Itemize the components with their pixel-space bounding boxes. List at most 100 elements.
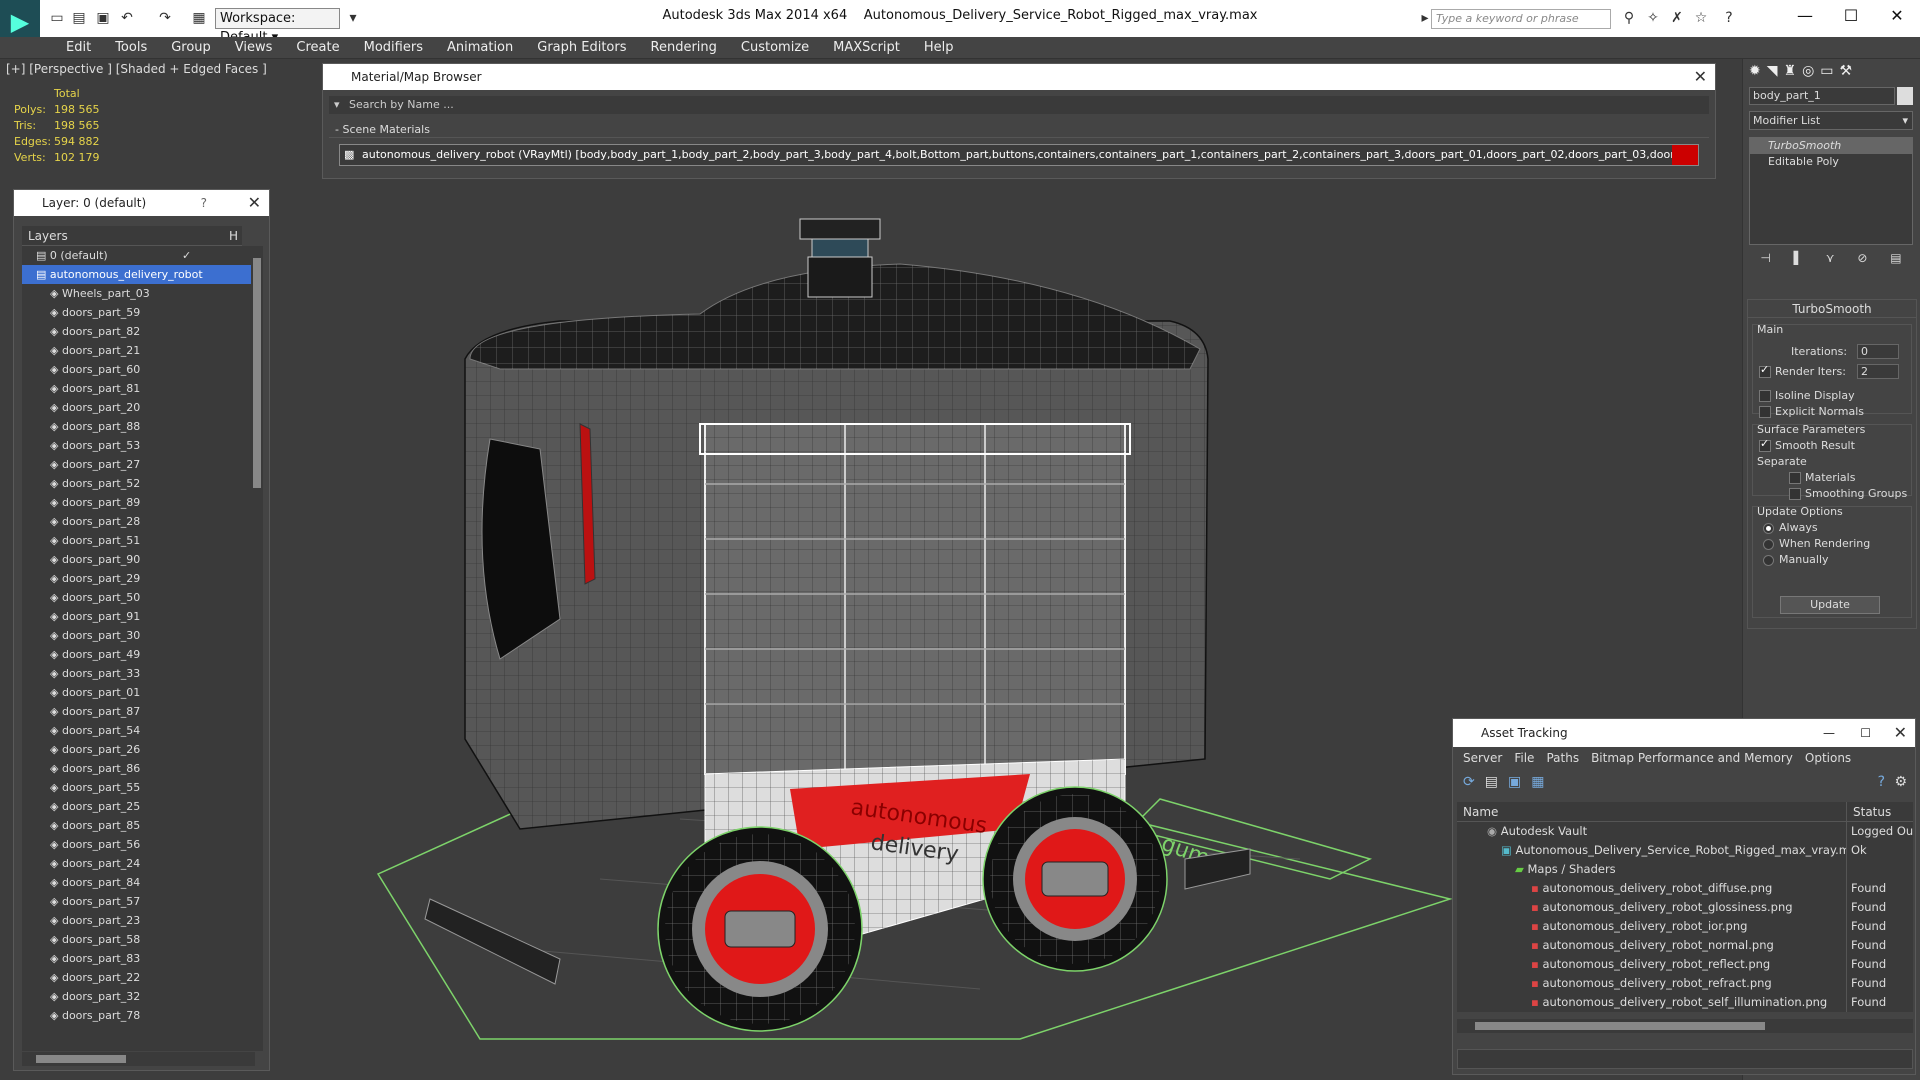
layer-row[interactable]: ◈ doors_part_30 — [22, 626, 255, 645]
asset-row[interactable]: ◉ Autodesk Vault Logged Ou — [1457, 822, 1913, 841]
display-tab-icon[interactable]: ▭ — [1820, 63, 1833, 81]
asset-close-icon[interactable]: ✕ — [1894, 719, 1907, 747]
asset-row[interactable]: ▪ autonomous_delivery_robot_normal.png Fo… — [1457, 936, 1913, 955]
menu-graph-editors[interactable]: Graph Editors — [525, 37, 638, 59]
layer-row[interactable]: ◈ doors_part_56 — [22, 835, 255, 854]
stack-item-turbosmooth[interactable]: TurboSmooth — [1750, 138, 1912, 154]
layer-row[interactable]: ◈ doors_part_60 — [22, 360, 255, 379]
subscription-icon[interactable]: ✧ — [1644, 9, 1662, 27]
remove-modifier-icon[interactable]: ⊘ — [1857, 251, 1867, 271]
layer-row[interactable]: ◈ doors_part_85 — [22, 816, 255, 835]
maximize-button[interactable]: ☐ — [1828, 0, 1874, 32]
menu-edit[interactable]: Edit — [54, 37, 103, 59]
thumbnail-view-icon[interactable]: ▣ — [1508, 774, 1521, 790]
layer-row[interactable]: ◈ doors_part_49 — [22, 645, 255, 664]
object-name-field[interactable]: body_part_1 — [1749, 87, 1895, 105]
update-always-radio[interactable]: Always — [1763, 521, 1818, 534]
column-name[interactable]: Name — [1457, 802, 1847, 821]
smooth-result-checkbox[interactable]: Smooth Result — [1759, 437, 1855, 452]
help-icon[interactable]: ? — [1720, 9, 1738, 27]
layer-row[interactable]: ◈ doors_part_20 — [22, 398, 255, 417]
layer-row[interactable]: ◈ doors_part_86 — [22, 759, 255, 778]
layer-row[interactable]: ◈ doors_part_54 — [22, 721, 255, 740]
open-file-icon[interactable]: ▤ — [70, 9, 88, 27]
layer-row[interactable]: ◈ doors_part_57 — [22, 892, 255, 911]
list-view-icon[interactable]: ▤ — [1485, 774, 1498, 790]
layer-row[interactable]: ◈ doors_part_27 — [22, 455, 255, 474]
help-search-input[interactable]: Type a keyword or phrase — [1431, 9, 1611, 29]
scene-materials-group[interactable]: - Scene Materials — [329, 122, 1709, 138]
layer-row[interactable]: ◈ doors_part_22 — [22, 968, 255, 987]
favorites-star-icon[interactable]: ☆ — [1692, 9, 1710, 27]
update-button[interactable]: Update — [1780, 596, 1880, 614]
asset-minimize-icon[interactable]: — — [1823, 719, 1835, 747]
layer-horizontal-scrollbar[interactable] — [22, 1052, 255, 1066]
layer-row[interactable]: ▤ 0 (default) ✓ — [22, 246, 255, 265]
menu-animation[interactable]: Animation — [435, 37, 525, 59]
render-iters-spinner[interactable]: 2 — [1857, 364, 1899, 379]
asset-menu-server[interactable]: Server — [1457, 747, 1508, 769]
scene-material-item[interactable]: ▩ autonomous_delivery_robot (VRayMtl) [bo… — [339, 144, 1699, 166]
asset-row[interactable]: ▪ autonomous_delivery_robot_reflect.png F… — [1457, 955, 1913, 974]
layers-column-header[interactable]: Layers H — [22, 226, 242, 246]
asset-help-icon[interactable]: ? — [1878, 774, 1885, 790]
utilities-tab-icon[interactable]: ⚒ — [1840, 63, 1853, 81]
new-file-icon[interactable]: ▭ — [48, 9, 66, 27]
separate-materials-checkbox[interactable]: Materials — [1789, 471, 1855, 484]
undo-icon[interactable]: ↶ — [118, 9, 136, 27]
asset-tracking-titlebar[interactable]: Asset Tracking — ☐ ✕ — [1453, 719, 1915, 747]
search-options-icon[interactable]: ▾ — [334, 96, 340, 114]
menu-group[interactable]: Group — [159, 37, 223, 59]
minimize-button[interactable]: — — [1782, 0, 1828, 32]
save-file-icon[interactable]: ▣ — [94, 9, 112, 27]
layer-row[interactable]: ◈ doors_part_52 — [22, 474, 255, 493]
layer-tree[interactable]: ▤ 0 (default) ✓ ▤ autonomous_delivery_robo… — [22, 246, 255, 1051]
asset-menu-paths[interactable]: Paths — [1540, 747, 1585, 769]
layer-row[interactable]: ◈ doors_part_53 — [22, 436, 255, 455]
layer-row[interactable]: ◈ doors_part_28 — [22, 512, 255, 531]
layer-row[interactable]: ◈ doors_part_21 — [22, 341, 255, 360]
menu-rendering[interactable]: Rendering — [639, 37, 729, 59]
menu-maxscript[interactable]: MAXScript — [821, 37, 912, 59]
menu-create[interactable]: Create — [284, 37, 351, 59]
layer-row[interactable]: ◈ doors_part_82 — [22, 322, 255, 341]
separate-smoothing-groups-checkbox[interactable]: Smoothing Groups — [1789, 487, 1907, 500]
layer-panel-titlebar[interactable]: Layer: 0 (default) ? ✕ — [14, 190, 269, 216]
layer-row[interactable]: ◈ doors_part_90 — [22, 550, 255, 569]
layer-row[interactable]: ◈ doors_part_23 — [22, 911, 255, 930]
layer-panel-close-icon[interactable]: ✕ — [248, 190, 261, 216]
update-manually-radio[interactable]: Manually — [1763, 553, 1829, 566]
material-browser-close-icon[interactable]: ✕ — [1694, 64, 1707, 90]
motion-tab-icon[interactable]: ◎ — [1802, 63, 1814, 81]
current-layer-check-icon[interactable]: ✓ — [182, 246, 191, 265]
layer-row[interactable]: ◈ doors_part_55 — [22, 778, 255, 797]
binoculars-icon[interactable]: ⚲ — [1620, 9, 1638, 27]
modify-tab-icon[interactable]: ◥ — [1767, 63, 1778, 81]
asset-row[interactable]: ▪ autonomous_delivery_robot_refract.png F… — [1457, 974, 1913, 993]
asset-horizontal-scrollbar[interactable] — [1457, 1019, 1913, 1033]
modifier-stack[interactable]: TurboSmooth Editable Poly — [1749, 137, 1913, 245]
pin-stack-icon[interactable]: ⊣ — [1760, 251, 1770, 271]
layer-row[interactable]: ◈ doors_part_33 — [22, 664, 255, 683]
iterations-spinner[interactable]: 0 — [1857, 344, 1899, 359]
update-when-rendering-radio[interactable]: When Rendering — [1763, 537, 1870, 550]
render-iters-checkbox[interactable]: Render Iters: — [1759, 363, 1846, 378]
asset-maximize-icon[interactable]: ☐ — [1860, 719, 1871, 747]
asset-row[interactable]: ▪ autonomous_delivery_robot_diffuse.png F… — [1457, 879, 1913, 898]
layer-row[interactable]: ◈ doors_part_78 — [22, 1006, 255, 1025]
asset-row[interactable]: ▪ autonomous_delivery_robot_self_illumin… — [1457, 993, 1913, 1012]
layer-row[interactable]: ◈ doors_part_59 — [22, 303, 255, 322]
column-status[interactable]: Status — [1847, 802, 1913, 821]
layer-row[interactable]: ◈ doors_part_83 — [22, 949, 255, 968]
layer-row[interactable]: ◈ doors_part_29 — [22, 569, 255, 588]
explicit-normals-checkbox[interactable]: Explicit Normals — [1759, 405, 1864, 418]
layer-row[interactable]: ◈ doors_part_81 — [22, 379, 255, 398]
layer-row[interactable]: ◈ doors_part_89 — [22, 493, 255, 512]
layer-help-icon[interactable]: ? — [201, 190, 207, 216]
layer-row[interactable]: ◈ doors_part_88 — [22, 417, 255, 436]
redo-icon[interactable]: ↷ — [156, 9, 174, 27]
layer-row[interactable]: ◈ doors_part_58 — [22, 930, 255, 949]
layer-row[interactable]: ◈ doors_part_26 — [22, 740, 255, 759]
turbosmooth-rollout-title[interactable]: TurboSmooth — [1748, 300, 1916, 318]
layer-row[interactable]: ◈ doors_part_50 — [22, 588, 255, 607]
